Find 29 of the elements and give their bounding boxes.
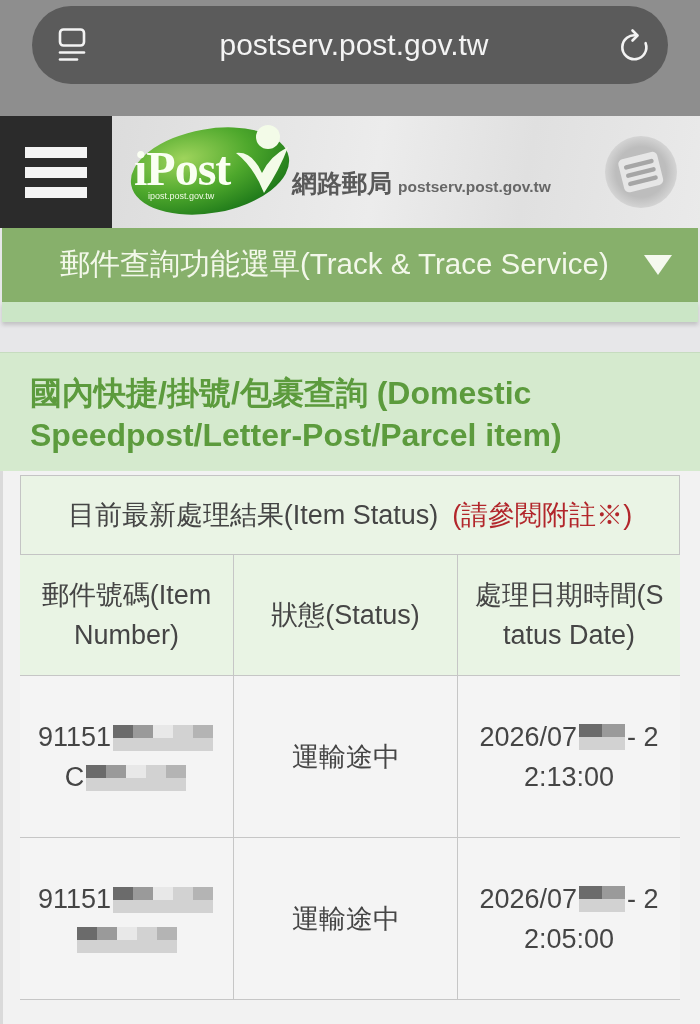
table-cell: 運輸途中 bbox=[234, 676, 458, 838]
site-name: 網路郵局 bbox=[292, 168, 392, 199]
date-text: - 2 bbox=[627, 882, 659, 916]
date-text: 2026/07 bbox=[479, 720, 578, 754]
url-text: postserv.post.gov.tw bbox=[219, 27, 489, 63]
menu-button[interactable] bbox=[0, 116, 112, 228]
site-url-text: postserv.post.gov.tw bbox=[398, 177, 551, 196]
refresh-icon[interactable] bbox=[618, 28, 650, 62]
redaction-mosaic bbox=[579, 723, 626, 750]
date-text: 2:13:00 bbox=[523, 760, 615, 794]
column-header: 處理日期時間(Status Date) bbox=[458, 555, 680, 676]
date-text: - 2 bbox=[627, 720, 659, 754]
column-header: 狀態(Status) bbox=[234, 555, 458, 676]
section-title: 國內快捷/掛號/包裹查詢 (Domestic Speedpost/Letter-Post/Parcel item) bbox=[30, 374, 563, 455]
page-icon[interactable] bbox=[58, 28, 86, 62]
column-header: 郵件號碼(Item Number) bbox=[20, 555, 234, 676]
note-reference: (請參閱附註※) bbox=[452, 499, 633, 532]
table-cell: 運輸途中 bbox=[234, 838, 458, 1000]
logo-text: iPost bbox=[134, 145, 231, 193]
item-number-text: 91151 bbox=[37, 721, 112, 752]
address-bar[interactable]: postserv.post.gov.tw bbox=[32, 6, 668, 84]
item-number-text: C bbox=[64, 761, 85, 792]
menu-icon bbox=[25, 146, 87, 198]
logo-url-text: ipost.post.gov.tw bbox=[148, 191, 215, 201]
redaction-mosaic bbox=[579, 885, 626, 912]
date-text: 2026/07 bbox=[479, 882, 578, 916]
date-text: 2:05:00 bbox=[523, 922, 615, 956]
item-number-text: 91151 bbox=[37, 883, 112, 914]
caption-text: 目前最新處理結果(Item Status) bbox=[67, 499, 439, 532]
